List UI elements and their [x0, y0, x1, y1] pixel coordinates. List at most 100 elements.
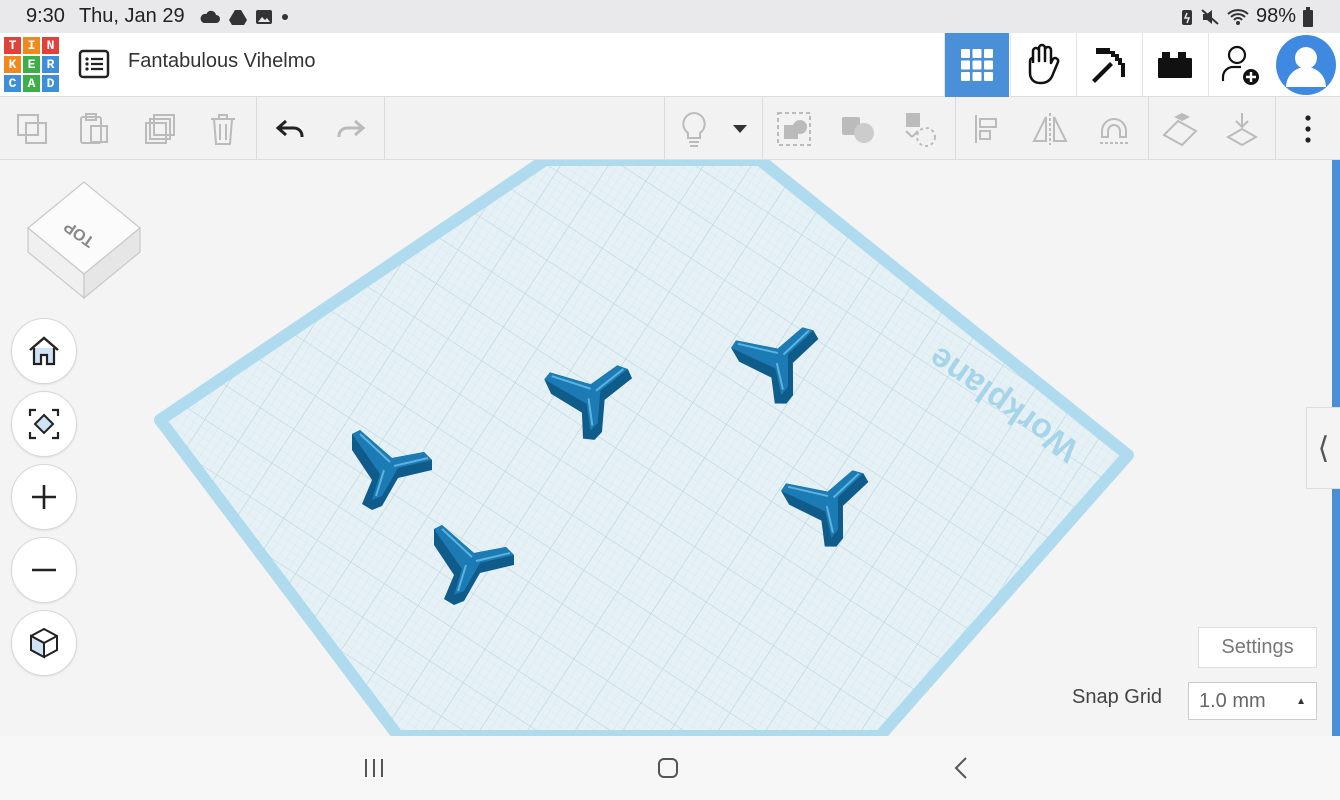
- 3d-view-grid-icon: [961, 49, 993, 81]
- caret-up-icon: ▲: [1296, 695, 1306, 707]
- collapse-icon: ⟨: [1317, 431, 1330, 465]
- copy-icon: [17, 114, 47, 144]
- more-vertical-icon: [1305, 115, 1311, 143]
- bricks-button[interactable]: [1142, 33, 1207, 97]
- mirror-button[interactable]: [1028, 107, 1072, 151]
- codeblocks-button[interactable]: [1010, 33, 1075, 97]
- collapse-panel-button[interactable]: ⟨: [1306, 407, 1340, 489]
- battery-icon: [1303, 6, 1313, 27]
- logo-letter: T: [3, 36, 22, 55]
- cruise-icon: [905, 113, 936, 147]
- status-date: Thu, Jan 29: [78, 5, 185, 27]
- status-time: 9:30: [26, 5, 65, 27]
- logo-letter: R: [41, 55, 60, 74]
- magnet-icon: [1100, 118, 1128, 144]
- lego-brick-icon: [1158, 52, 1192, 78]
- snap-grid-label: Snap Grid: [1072, 686, 1163, 708]
- home-nav-button[interactable]: [648, 753, 688, 783]
- undo-button[interactable]: [268, 107, 312, 151]
- ungroup-icon: [842, 117, 874, 143]
- logo-letter: C: [3, 74, 22, 93]
- recent-apps-button[interactable]: [354, 753, 394, 783]
- status-bar: 9:30 Thu, Jan 29 98%: [0, 0, 1340, 33]
- delete-button[interactable]: [201, 107, 245, 151]
- lightbulb-icon: [682, 111, 706, 147]
- logo-letter: D: [41, 74, 60, 93]
- design-canvas[interactable]: Workplane TOP ⟨ Settings Snap Grid 1.0 m…: [0, 160, 1340, 736]
- magnet-button[interactable]: [1092, 107, 1136, 151]
- logo-letter: N: [41, 36, 60, 55]
- snap-grid-select[interactable]: 1.0 mm ▲: [1188, 682, 1317, 720]
- system-nav-bar: [0, 736, 1340, 800]
- drop-button[interactable]: [1220, 107, 1264, 151]
- group-icon: [777, 112, 811, 146]
- redo-button[interactable]: [329, 107, 373, 151]
- cube-icon: [30, 627, 58, 659]
- mute-icon: [1201, 8, 1219, 25]
- align-icon: [975, 115, 997, 143]
- 3d-design-button[interactable]: [944, 33, 1009, 97]
- invite-user-button[interactable]: [1208, 33, 1273, 97]
- chevron-down-icon: [733, 125, 747, 133]
- tinkercad-logo[interactable]: T I N K E R C A D: [3, 36, 61, 93]
- minecraft-button[interactable]: [1076, 33, 1141, 97]
- logo-letter: A: [22, 74, 41, 93]
- battery-percent: 98%: [1255, 5, 1296, 27]
- undo-icon: [275, 119, 304, 137]
- project-name[interactable]: Fantabulous Vihelmo: [128, 50, 316, 73]
- gallery-icon: [255, 9, 272, 24]
- align-button[interactable]: [966, 107, 1010, 151]
- design-list-button[interactable]: [78, 49, 110, 79]
- list-icon: [78, 49, 110, 79]
- zoom-out-button[interactable]: [11, 537, 77, 603]
- minus-icon: [32, 568, 56, 572]
- back-nav-button[interactable]: [942, 753, 982, 783]
- fit-view-icon: [28, 408, 60, 440]
- duplicate-button[interactable]: [138, 107, 182, 151]
- logo-letter: E: [22, 55, 41, 74]
- logo-letter: I: [22, 36, 41, 55]
- settings-button[interactable]: Settings: [1198, 627, 1317, 668]
- workplane-button[interactable]: [1158, 107, 1202, 151]
- home-icon: [29, 336, 59, 366]
- edit-toolbar: [0, 97, 1340, 160]
- show-hidden-dropdown[interactable]: [718, 107, 762, 151]
- more-options-button[interactable]: [1286, 107, 1330, 151]
- snap-grid-value: 1.0 mm: [1199, 689, 1266, 712]
- user-avatar[interactable]: [1276, 35, 1336, 95]
- dot-icon: [281, 13, 288, 20]
- battery-saver-icon: [1181, 9, 1192, 25]
- perspective-toggle-button[interactable]: [11, 610, 77, 676]
- paste-icon: [80, 113, 108, 144]
- workplane[interactable]: Workplane: [0, 160, 1340, 736]
- home-view-button[interactable]: [11, 318, 77, 384]
- group-button[interactable]: [772, 107, 816, 151]
- paste-button[interactable]: [72, 107, 116, 151]
- cruise-button[interactable]: [898, 107, 942, 151]
- redo-icon: [337, 119, 366, 137]
- home-nav-icon: [658, 758, 678, 778]
- app-header: T I N K E R C A D Fantabulous Vihelmo: [0, 33, 1340, 97]
- logo-letter: K: [3, 55, 22, 74]
- drop-icon: [1225, 113, 1259, 147]
- drive-icon: [228, 9, 247, 25]
- copy-button[interactable]: [10, 107, 54, 151]
- zoom-in-button[interactable]: [11, 464, 77, 530]
- wifi-icon: [1227, 8, 1249, 25]
- show-all-button[interactable]: [672, 107, 716, 151]
- minecraft-pickaxe-icon: [1092, 48, 1125, 83]
- cloud-icon: [200, 10, 220, 23]
- mirror-icon: [1032, 113, 1068, 145]
- ungroup-button[interactable]: [836, 107, 880, 151]
- avatar-icon: [1286, 47, 1326, 87]
- fit-view-button[interactable]: [11, 391, 77, 457]
- codeblocks-hand-icon: [1028, 43, 1060, 85]
- add-user-icon: [1221, 45, 1259, 85]
- workplane-icon: [1162, 113, 1198, 147]
- back-icon: [954, 757, 967, 779]
- view-cube[interactable]: TOP: [22, 180, 146, 304]
- plus-icon: [32, 485, 56, 509]
- trash-icon: [211, 114, 235, 145]
- duplicate-icon: [145, 114, 175, 144]
- recent-apps-icon: [365, 759, 383, 777]
